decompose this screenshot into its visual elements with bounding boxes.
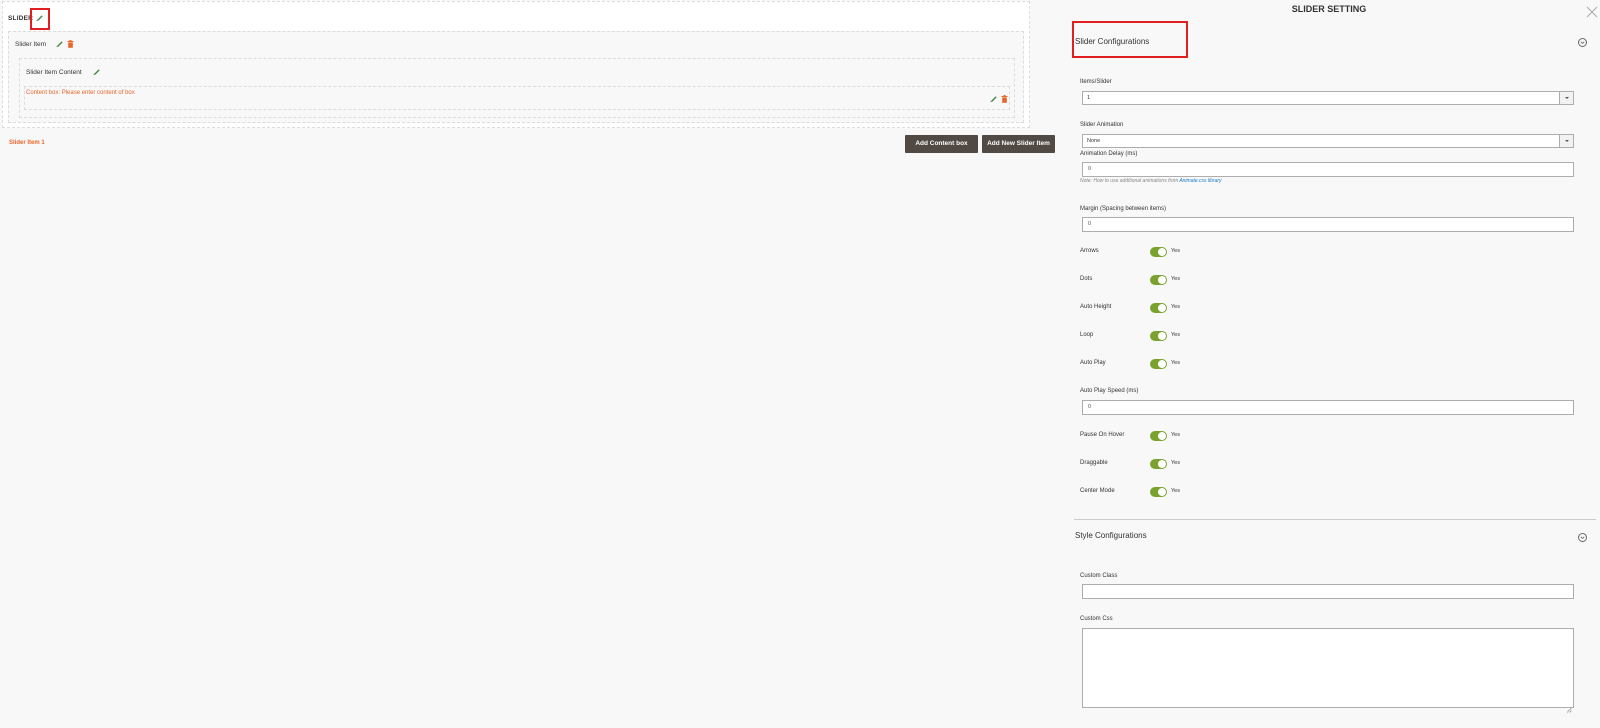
- items-slider-label: Items/Slider: [1080, 79, 1112, 85]
- slider-item-tab[interactable]: Slider Item 1: [9, 140, 45, 146]
- center-mode-yes-label: Yes: [1171, 488, 1180, 494]
- slider-item-content-label: Slider Item Content: [26, 69, 82, 76]
- close-icon[interactable]: [1584, 4, 1600, 20]
- delete-content-box-trash-icon[interactable]: [1001, 95, 1008, 103]
- loop-label: Loop: [1080, 332, 1094, 338]
- slider-item-label: Slider Item: [15, 41, 47, 48]
- slider-item-container: Slider Item Slider Item Content Content …: [8, 31, 1024, 123]
- pause-on-hover-label: Pause On Hover: [1080, 432, 1125, 438]
- arrows-yes-label: Yes: [1171, 248, 1180, 254]
- slider-configurations-title[interactable]: Slider Configurations: [1075, 37, 1149, 46]
- custom-css-textarea[interactable]: [1082, 628, 1574, 713]
- slider-animation-value: None: [1087, 138, 1101, 144]
- style-configurations-title[interactable]: Style Configurations: [1075, 531, 1147, 540]
- edit-slider-item-pencil-icon[interactable]: [55, 40, 63, 48]
- edit-slider-pencil-icon[interactable]: [35, 14, 43, 22]
- animate-css-link[interactable]: Animate.css library: [1179, 178, 1221, 184]
- slider-item-content-container: Slider Item Content Content box: Please …: [19, 58, 1015, 118]
- arrows-label: Arrows: [1080, 248, 1099, 254]
- draggable-yes-label: Yes: [1171, 460, 1180, 466]
- draggable-label: Draggable: [1080, 460, 1108, 466]
- auto-play-speed-label: Auto Play Speed (ms): [1080, 388, 1139, 394]
- resize-handle-icon[interactable]: [1566, 700, 1572, 713]
- section-divider: [1074, 519, 1596, 520]
- content-box-placeholder: Content box: Please enter content of box: [26, 90, 135, 96]
- center-mode-toggle[interactable]: [1150, 487, 1167, 497]
- items-slider-select[interactable]: 1: [1082, 91, 1574, 105]
- content-box[interactable]: Content box: Please enter content of box: [24, 86, 1010, 110]
- auto-play-yes-label: Yes: [1171, 360, 1180, 366]
- loop-toggle[interactable]: [1150, 331, 1167, 341]
- slider-animation-select[interactable]: None: [1082, 134, 1574, 148]
- animation-note: Note: How to use additional animations f…: [1080, 178, 1222, 184]
- dots-yes-label: Yes: [1171, 276, 1180, 282]
- auto-height-label: Auto Height: [1080, 304, 1112, 310]
- slider-animation-label: Slider Animation: [1080, 122, 1124, 128]
- draggable-toggle[interactable]: [1150, 459, 1167, 469]
- arrows-toggle[interactable]: [1150, 247, 1167, 257]
- dots-label: Dots: [1080, 276, 1093, 282]
- loop-yes-label: Yes: [1171, 332, 1180, 338]
- builder-canvas: SLIDER Slider Item Slider Item Content C…: [0, 0, 1058, 728]
- margin-label: Margin (Spacing between items): [1080, 206, 1167, 212]
- collapse-chevron-icon[interactable]: [1578, 533, 1587, 542]
- center-mode-label: Center Mode: [1080, 488, 1115, 494]
- auto-play-toggle[interactable]: [1150, 359, 1167, 369]
- custom-css-label: Custom Css: [1080, 616, 1113, 622]
- auto-play-speed-input[interactable]: 0: [1082, 400, 1574, 415]
- auto-height-yes-label: Yes: [1171, 304, 1180, 310]
- auto-play-label: Auto Play: [1080, 360, 1106, 366]
- auto-height-toggle[interactable]: [1150, 303, 1167, 313]
- custom-class-input[interactable]: [1082, 584, 1574, 599]
- custom-class-label: Custom Class: [1080, 573, 1118, 579]
- animation-delay-label: Animation Delay (ms): [1080, 151, 1138, 157]
- edit-content-box-pencil-icon[interactable]: [989, 95, 997, 103]
- slider-container: SLIDER Slider Item Slider Item Content C…: [2, 1, 1030, 128]
- collapse-chevron-icon[interactable]: [1578, 38, 1587, 47]
- pause-on-hover-toggle[interactable]: [1150, 431, 1167, 441]
- animation-delay-input[interactable]: 0: [1082, 162, 1574, 177]
- slider-setting-panel: SLIDER SETTING Slider Configurations Ite…: [1058, 0, 1600, 728]
- delete-slider-item-trash-icon[interactable]: [67, 40, 74, 48]
- items-slider-value: 1: [1087, 95, 1091, 101]
- edit-slider-item-content-pencil-icon[interactable]: [92, 68, 100, 76]
- dropdown-arrow-icon: [1559, 92, 1573, 104]
- dropdown-arrow-icon: [1559, 135, 1573, 147]
- pause-on-hover-yes-label: Yes: [1171, 432, 1180, 438]
- margin-input[interactable]: 0: [1082, 217, 1574, 232]
- dots-toggle[interactable]: [1150, 275, 1167, 285]
- add-content-box-button[interactable]: Add Content box: [905, 135, 978, 153]
- animation-note-text: Note: How to use additional animations f…: [1080, 178, 1180, 184]
- panel-title: SLIDER SETTING: [1291, 4, 1367, 14]
- add-new-slider-item-button[interactable]: Add New Slider Item: [982, 135, 1055, 153]
